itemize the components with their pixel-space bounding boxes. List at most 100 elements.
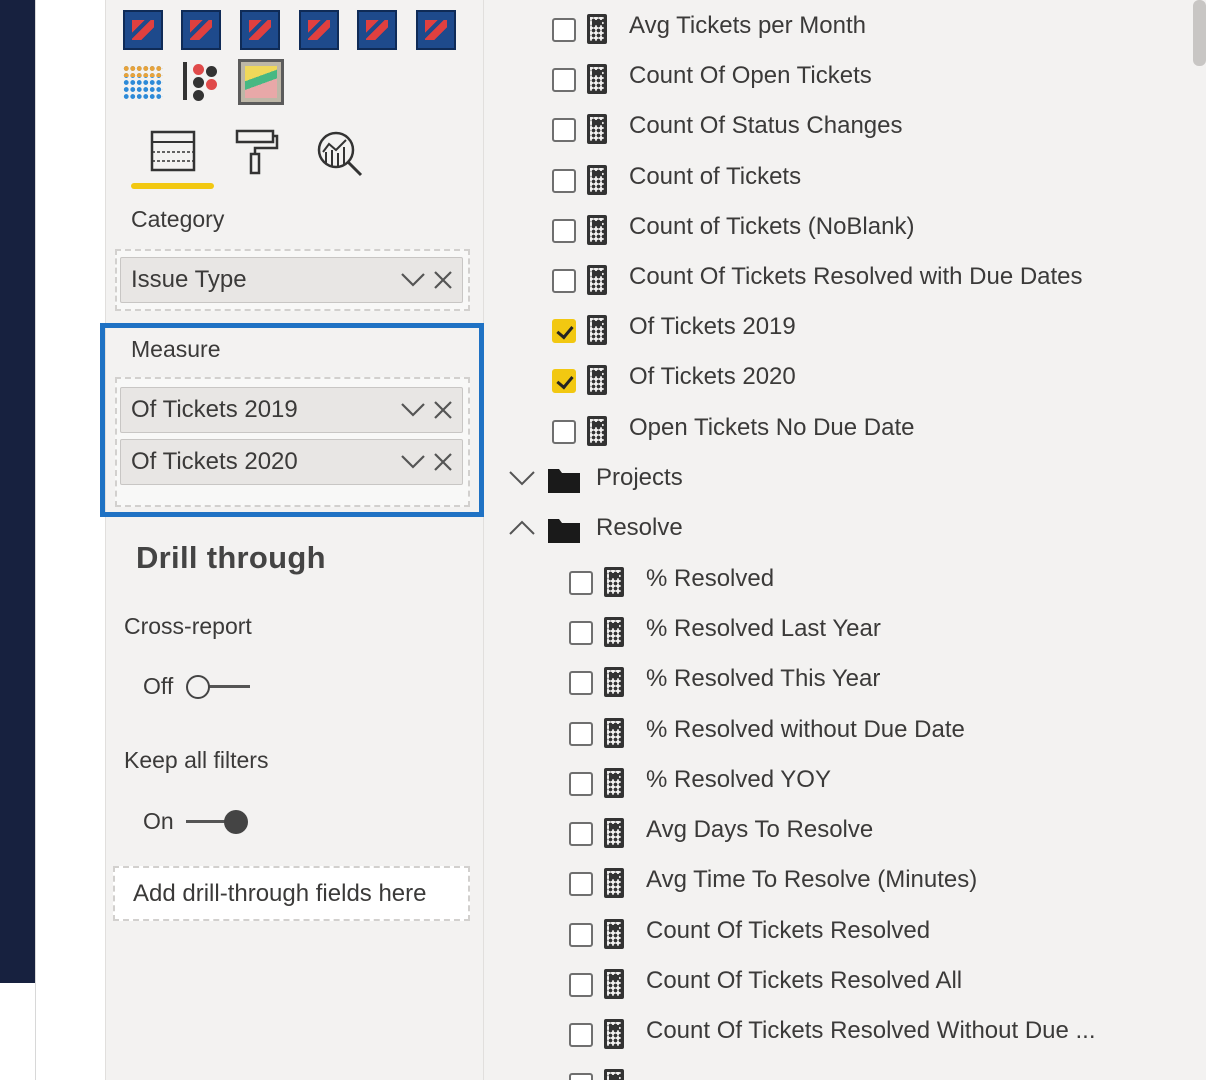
field-checkbox[interactable] xyxy=(569,973,593,997)
calculator-icon xyxy=(604,919,624,949)
field-label: Count Of Status Changes xyxy=(629,112,903,139)
field-label: Of Tickets 2019 xyxy=(629,313,796,340)
category-field-pill[interactable]: Issue Type xyxy=(120,257,463,303)
field-label: Open Tickets No Due Date xyxy=(629,414,915,441)
custom-visual-icon[interactable] xyxy=(181,10,221,50)
field-checkbox[interactable] xyxy=(552,219,576,243)
field-label: Avg Time To Resolve (Minutes) xyxy=(646,866,978,893)
calculator-icon xyxy=(604,1069,624,1080)
category-label: Category xyxy=(131,206,225,232)
ai-visual-icon[interactable] xyxy=(238,59,284,105)
field-checkbox-checked[interactable] xyxy=(552,319,576,343)
field-label: Count Of Tickets Resolved with Due Dates xyxy=(629,263,1083,290)
calculator-icon xyxy=(587,265,607,295)
keep-filters-state: On xyxy=(143,808,174,834)
field-label: Count Of Tickets Resolved Without Due ..… xyxy=(646,1017,1096,1044)
field-checkbox[interactable] xyxy=(552,420,576,444)
analytics-magnifier-icon[interactable] xyxy=(316,130,364,178)
field-checkbox[interactable] xyxy=(569,772,593,796)
paint-roller-icon[interactable] xyxy=(235,128,279,176)
calculator-icon xyxy=(604,617,624,647)
field-checkbox[interactable] xyxy=(552,18,576,42)
field-list-item[interactable]: % Resolved Last Year xyxy=(569,615,1169,655)
folder-resolve[interactable]: Resolve xyxy=(508,514,1108,554)
field-label: Count of Tickets (NoBlank) xyxy=(629,213,915,240)
calculator-icon xyxy=(587,14,607,44)
chevron-up-icon[interactable] xyxy=(508,518,536,538)
custom-visual-icon[interactable] xyxy=(299,10,339,50)
field-list-item-partial[interactable] xyxy=(569,1067,1169,1080)
field-list-item[interactable]: % Resolved This Year xyxy=(569,665,1169,705)
field-checkbox[interactable] xyxy=(569,1073,593,1080)
field-checkbox[interactable] xyxy=(569,822,593,846)
field-list-item[interactable]: Count Of Tickets Resolved with Due Dates xyxy=(552,263,1152,303)
calculator-icon xyxy=(604,768,624,798)
field-list-item[interactable]: Count of Tickets xyxy=(552,163,1152,203)
field-checkbox[interactable] xyxy=(569,571,593,595)
field-list-item[interactable]: Of Tickets 2019 xyxy=(552,313,1152,353)
custom-visual-icon[interactable] xyxy=(123,10,163,50)
fields-icon[interactable] xyxy=(150,130,196,172)
field-list-item[interactable]: Avg Days To Resolve xyxy=(569,816,1169,856)
folder-label: Projects xyxy=(596,464,683,491)
field-label: % Resolved This Year xyxy=(646,665,881,692)
field-checkbox-checked[interactable] xyxy=(552,369,576,393)
calculator-icon xyxy=(604,818,624,848)
field-label: % Resolved Last Year xyxy=(646,615,881,642)
field-checkbox[interactable] xyxy=(569,621,593,645)
field-checkbox[interactable] xyxy=(552,169,576,193)
field-list-item[interactable]: Count Of Tickets Resolved Without Due ..… xyxy=(569,1017,1169,1057)
cross-report-state: Off xyxy=(143,673,174,699)
field-checkbox[interactable] xyxy=(552,118,576,142)
cross-report-toggle[interactable] xyxy=(186,673,250,699)
field-list-item[interactable]: % Resolved without Due Date xyxy=(569,716,1169,756)
calculator-icon xyxy=(604,567,624,597)
calculator-icon xyxy=(587,165,607,195)
kpi-visual-icon[interactable] xyxy=(181,60,223,102)
matrix-visual-icon[interactable] xyxy=(123,65,163,100)
field-label: % Resolved without Due Date xyxy=(646,716,965,743)
close-icon[interactable] xyxy=(432,269,454,291)
field-label: Count Of Tickets Resolved All xyxy=(646,967,963,994)
calculator-icon xyxy=(587,114,607,144)
field-list-item[interactable]: % Resolved YOY xyxy=(569,766,1169,806)
custom-visual-icon[interactable] xyxy=(416,10,456,50)
field-pill-label: Issue Type xyxy=(131,266,247,293)
calculator-icon xyxy=(587,315,607,345)
drill-through-drop-zone[interactable]: Add drill-through fields here xyxy=(113,866,470,921)
calculator-icon xyxy=(604,969,624,999)
field-list-item[interactable]: Open Tickets No Due Date xyxy=(552,414,1152,454)
keep-filters-label: Keep all filters xyxy=(124,747,269,773)
field-list-item[interactable]: Of Tickets 2020 xyxy=(552,363,1152,403)
field-label: Of Tickets 2020 xyxy=(629,363,796,390)
field-list-item[interactable]: Avg Tickets per Month xyxy=(552,12,1152,52)
field-label: Count Of Open Tickets xyxy=(629,62,872,89)
field-checkbox[interactable] xyxy=(569,872,593,896)
fields-scrollbar-thumb[interactable] xyxy=(1193,0,1206,66)
field-checkbox[interactable] xyxy=(569,671,593,695)
field-list-item[interactable]: Count Of Open Tickets xyxy=(552,62,1152,102)
folder-projects[interactable]: Projects xyxy=(508,464,1108,504)
custom-visual-icon[interactable] xyxy=(240,10,280,50)
chevron-down-icon[interactable] xyxy=(508,468,536,488)
custom-visual-icon[interactable] xyxy=(357,10,397,50)
filters-pane-collapsed xyxy=(35,0,105,1080)
calculator-icon xyxy=(604,868,624,898)
field-checkbox[interactable] xyxy=(569,722,593,746)
field-list-item[interactable]: Count Of Tickets Resolved xyxy=(569,917,1169,957)
field-list-item[interactable]: Count of Tickets (NoBlank) xyxy=(552,213,1152,253)
field-checkbox[interactable] xyxy=(569,923,593,947)
keep-filters-toggle[interactable] xyxy=(186,808,250,834)
field-list-item[interactable]: Count Of Status Changes xyxy=(552,112,1152,152)
report-canvas-edge xyxy=(0,0,35,983)
field-checkbox[interactable] xyxy=(552,269,576,293)
field-label: Count of Tickets xyxy=(629,163,802,190)
field-list-item[interactable]: Avg Time To Resolve (Minutes) xyxy=(569,866,1169,906)
field-label: Avg Days To Resolve xyxy=(646,816,874,843)
folder-label: Resolve xyxy=(596,514,683,541)
field-checkbox[interactable] xyxy=(569,1023,593,1047)
chevron-down-icon[interactable] xyxy=(400,271,426,289)
field-list-item[interactable]: Count Of Tickets Resolved All xyxy=(569,967,1169,1007)
field-checkbox[interactable] xyxy=(552,68,576,92)
field-list-item[interactable]: % Resolved xyxy=(569,565,1169,605)
